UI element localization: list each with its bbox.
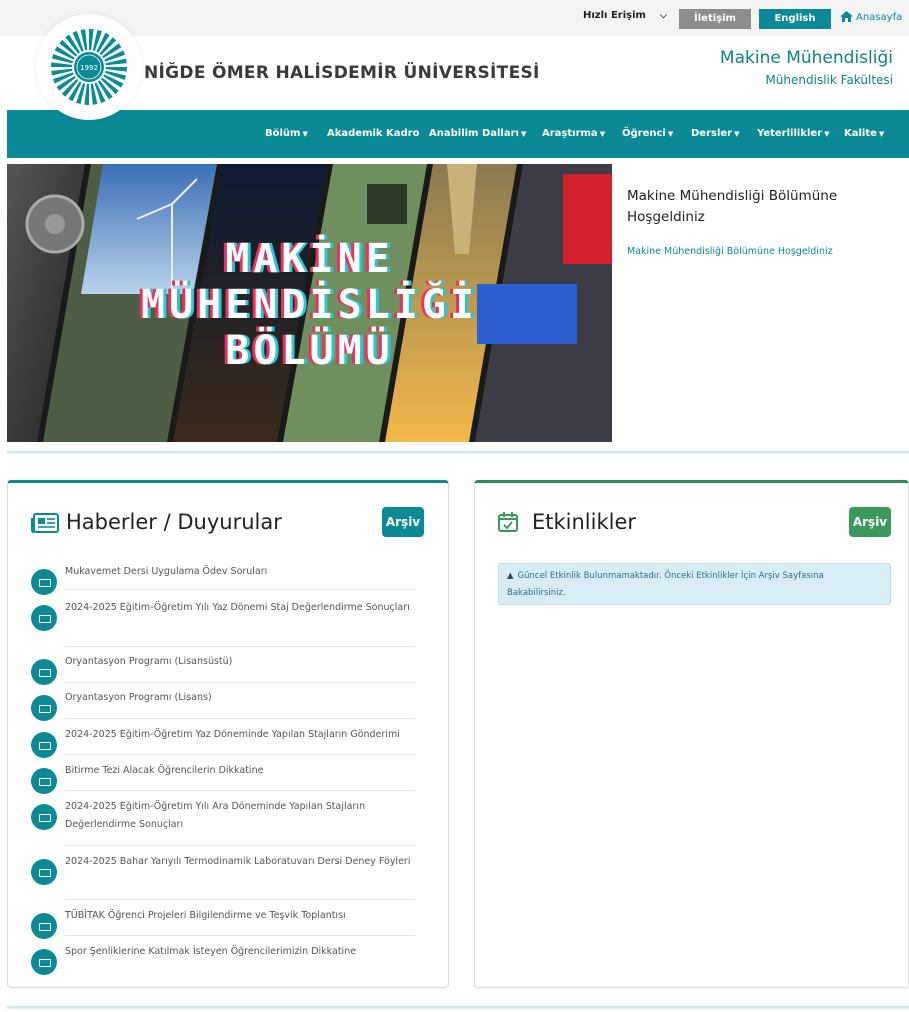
news-item-text[interactable]: 2024-2025 Eğitim-Öğretim Yaz Döneminde Y… [65, 726, 411, 744]
news-separator [65, 682, 415, 683]
alert-text: Güncel Etkinlik Bulunmamaktadır. Önceki … [507, 571, 824, 598]
news-item-icon [31, 732, 57, 758]
caret-down-icon: ▼ [302, 130, 308, 138]
news-separator [65, 899, 415, 900]
logo-year: 1992 [80, 64, 98, 72]
caret-down-icon: ▼ [824, 130, 830, 138]
caret-down-icon: ▼ [667, 130, 674, 138]
news-item-icon [31, 804, 57, 830]
contact-button[interactable]: İletişim [679, 9, 751, 29]
nav-label: Kalite [844, 128, 877, 139]
caret-down-icon: ▼ [734, 130, 740, 138]
news-item-icon [31, 913, 57, 939]
home-link[interactable]: Anasayfa [840, 11, 902, 23]
news-item-text[interactable]: Spor Şenliklerine Katılmak İsteyen Öğren… [65, 943, 411, 961]
university-name[interactable]: NİĞDE ÖMER HALİSDEMİR ÜNİVERSİTESİ [144, 63, 540, 83]
hero-banner[interactable]: MAKİNE MÜHENDİSLİĞİ BÖLÜMÜ [7, 164, 612, 442]
nav-label: Yeterlilikler [757, 128, 823, 139]
news-item-icon [31, 659, 57, 685]
news-separator [65, 589, 415, 590]
nav-label: Akademik Kadro [327, 128, 420, 139]
events-card: Etkinlikler Arşiv ▲ Güncel Etkinlik Bulun… [474, 480, 909, 988]
news-separator [65, 845, 415, 846]
university-logo[interactable]: 1992 [36, 14, 142, 120]
section-divider [7, 1006, 909, 1009]
news-item-icon [31, 695, 57, 721]
quick-access-dropdown[interactable]: Hızlı Erişim ⌵ [583, 10, 667, 21]
news-separator [65, 754, 415, 755]
logo-ray [51, 62, 73, 67]
news-title: Haberler / Duyurular [66, 510, 282, 534]
logo-ray [105, 67, 127, 72]
hero-title-line3: BÖLÜMÜ [225, 328, 394, 374]
faculty-title[interactable]: Mühendislik Fakültesi [765, 73, 893, 87]
news-card: Haberler / Duyurular Arşiv Mukavemet Der… [7, 480, 449, 988]
caret-down-icon: ▼ [878, 130, 885, 138]
news-item-text[interactable]: 2024-2025 Eğitim-Öğretim Yılı Yaz Dönemi… [65, 599, 411, 617]
nav-bolum[interactable]: Bölüm ▼ [265, 128, 308, 139]
news-separator [65, 646, 415, 647]
chevron-down-icon: ⌵ [659, 11, 667, 21]
logo-ray [89, 29, 94, 51]
news-item-text[interactable]: 2024-2025 Eğitim-Öğretim Yılı Ara Dönemi… [65, 798, 411, 834]
news-item-icon [31, 949, 57, 975]
nav-label: Araştırma [542, 128, 598, 139]
home-icon [840, 11, 853, 22]
caret-down-icon: ▼ [520, 130, 527, 138]
welcome-link[interactable]: Makine Mühendisliği Bölümüne Hoşgeldiniz [627, 246, 833, 257]
nav-akademik-kadro[interactable]: Akademik Kadro [327, 128, 420, 139]
news-item-text[interactable]: TÜBİTAK Öğrenci Projeleri Bilgilendirme … [65, 907, 411, 925]
nav-anabilim-dallari[interactable]: Anabilim Dalları ▼ [429, 128, 526, 139]
welcome-title: Makine Mühendisliği Bölümüne Hoşgeldiniz [627, 188, 838, 225]
nav-label: Dersler [691, 128, 733, 139]
english-button[interactable]: English [759, 9, 831, 29]
news-separator [65, 935, 415, 936]
top-utility-bar: Hızlı Erişim ⌵ İletişim English Anasayfa [0, 0, 909, 36]
nav-label: Öğrenci [622, 128, 666, 139]
news-separator [65, 790, 415, 791]
no-events-alert: ▲ Güncel Etkinlik Bulunmamaktadır. Önceki… [498, 563, 891, 605]
news-archive-button[interactable]: Arşiv [382, 507, 424, 537]
nav-yeterlilikler[interactable]: Yeterlilikler ▼ [757, 128, 830, 139]
logo-ray [84, 83, 89, 105]
news-item-text[interactable]: Oryantasyon Programı (Lisansüstü) [65, 653, 411, 671]
news-separator [65, 718, 415, 719]
hero-title-line2: MÜHENDİSLİĞİ [141, 282, 478, 328]
events-archive-button[interactable]: Arşiv [849, 507, 891, 537]
hero-title-line1: MAKİNE [225, 236, 394, 282]
events-title: Etkinlikler [532, 510, 637, 534]
quick-access-label: Hızlı Erişim [583, 10, 646, 21]
news-item-text[interactable]: Oryantasyon Programı (Lisans) [65, 689, 411, 707]
nav-label: Bölüm [265, 128, 301, 139]
logo-sunburst-icon: 1992 [51, 29, 127, 105]
warning-icon: ▲ [507, 571, 514, 581]
nav-arastirma[interactable]: Araştırma ▼ [542, 128, 605, 139]
news-item-text[interactable]: Bitirme Tezi Alacak Öğrencilerin Dikkati… [65, 762, 411, 780]
home-label: Anasayfa [856, 12, 903, 23]
nav-kalite[interactable]: Kalite ▼ [844, 128, 884, 139]
news-item-icon [31, 569, 57, 595]
nav-ogrenci[interactable]: Öğrenci ▼ [622, 128, 673, 139]
news-item-text[interactable]: 2024-2025 Bahar Yarıyılı Termodinamik La… [65, 853, 411, 871]
news-item-text[interactable]: Mukavemet Dersi Uygulama Ödev Soruları [65, 563, 411, 581]
section-divider [7, 451, 909, 454]
main-navigation: Bölüm ▼ Akademik Kadro Anabilim Dalları ▼ … [7, 110, 909, 158]
caret-down-icon: ▼ [599, 130, 606, 138]
news-item-icon [31, 768, 57, 794]
nav-label: Anabilim Dalları [429, 128, 519, 139]
news-item-icon [31, 605, 57, 631]
news-item-icon [31, 859, 57, 885]
newspaper-icon [31, 513, 59, 533]
calendar-check-icon [498, 512, 518, 532]
department-title[interactable]: Makine Mühendisliği [720, 48, 893, 68]
nav-dersler[interactable]: Dersler ▼ [691, 128, 740, 139]
